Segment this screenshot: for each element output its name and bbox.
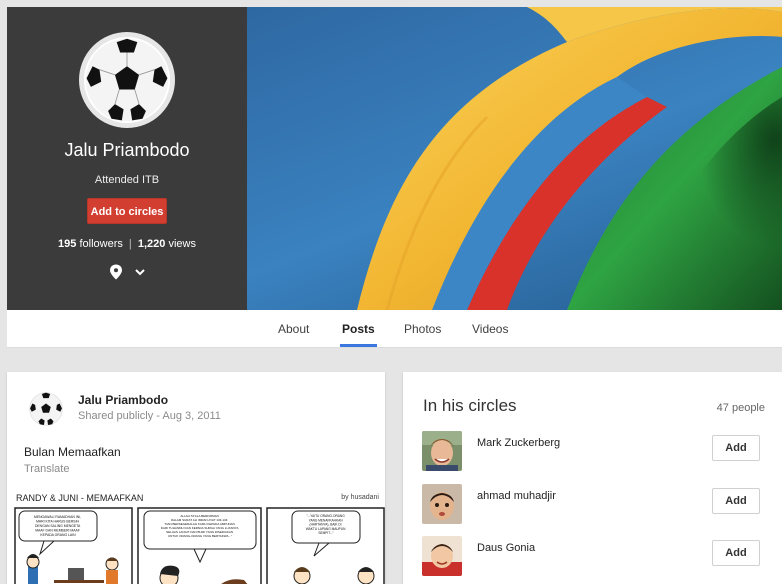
svg-text:ALLAH TA'ALA BERFIRMAN: ALLAH TA'ALA BERFIRMAN DALAM SURAT ALI I… xyxy=(161,514,239,538)
profile-name: Jalu Priambodo xyxy=(64,140,190,160)
comic-bubble-1-line-2: MARI KITA HARUS BERSIH xyxy=(36,520,79,524)
tab-videos[interactable]: Videos xyxy=(472,322,508,336)
tab-posts[interactable]: Posts xyxy=(340,322,377,347)
person-avatar[interactable] xyxy=(422,536,462,576)
comic-bubble-1-line-1: MENGAWALI RAMADHAN INI, xyxy=(34,515,81,519)
person-photo xyxy=(422,431,462,471)
comic-bubble-2-line-6: UNTUK ORANG-ORANG YANG BERTAKWA..." xyxy=(168,534,232,538)
person-photo xyxy=(422,536,462,576)
google-plus-profile-page: Jalu Priambodo Attended ITB Add to circl… xyxy=(0,0,782,584)
profile-info-panel: Jalu Priambodo Attended ITB Add to circl… xyxy=(7,7,247,310)
post-author-name[interactable]: Jalu Priambodo xyxy=(78,393,168,407)
map-pin-icon[interactable] xyxy=(109,264,123,280)
views-count: 1,220 xyxy=(137,238,166,250)
add-person-button[interactable]: Add xyxy=(712,540,760,566)
person-avatar[interactable] xyxy=(422,484,462,524)
tab-photos[interactable]: Photos xyxy=(404,322,441,336)
svg-text:MENGAWALI RAMADHAN INI,: MENGAWALI RAMADHAN INI, MARI KITA HARUS … xyxy=(34,515,82,537)
profile-tabs: About Posts Photos Videos xyxy=(7,310,782,348)
followers-count: 195 xyxy=(58,238,77,250)
post-comic-image[interactable]: RANDY & JUNI - MEMAAFKAN by husadani MEN… xyxy=(14,492,385,584)
post-text: Bulan Memaafkan xyxy=(24,445,121,459)
post-meta: Shared publicly - Aug 3, 2011 xyxy=(78,410,221,422)
profile-header: Jalu Priambodo Attended ITB Add to circl… xyxy=(7,7,782,310)
post-date[interactable]: Aug 3, 2011 xyxy=(162,410,221,422)
add-person-button[interactable]: Add xyxy=(712,488,760,514)
person-photo xyxy=(422,484,462,524)
circle-person: ahmad muhadjir Add xyxy=(422,484,777,528)
tab-about[interactable]: About xyxy=(278,322,309,336)
comic-bubble-1-line-3: DENGAN SALING MENGETA xyxy=(35,524,81,528)
circles-card: In his circles 47 people Mark Zuckerberg… xyxy=(403,372,782,584)
circles-count[interactable]: 47 people xyxy=(717,402,765,414)
person-avatar[interactable] xyxy=(422,431,462,471)
soccer-ball-icon xyxy=(29,392,63,426)
add-person-button[interactable]: Add xyxy=(712,435,760,461)
post-card: Jalu Priambodo Shared publicly - Aug 3, … xyxy=(7,372,385,584)
post-visibility[interactable]: Shared publicly xyxy=(78,410,153,422)
soccer-ball-icon xyxy=(85,38,169,122)
add-to-circles-button[interactable]: Add to circles xyxy=(87,198,167,224)
views-label: views xyxy=(168,238,196,250)
comic-credit: by husadani xyxy=(341,494,379,501)
comic-title: RANDY & JUNI - MEMAAFKAN xyxy=(16,493,144,503)
person-name[interactable]: Mark Zuckerberg xyxy=(477,437,560,449)
followers-label: followers xyxy=(79,238,123,250)
profile-avatar[interactable] xyxy=(79,32,175,128)
person-name[interactable]: Daus Gonia xyxy=(477,542,535,554)
circle-person: Daus Gonia Add xyxy=(422,536,777,580)
circle-person: Mark Zuckerberg Add xyxy=(422,431,777,475)
post-author-avatar[interactable] xyxy=(29,392,63,426)
comic-strip: MENGAWALI RAMADHAN INI, MARI KITA HARUS … xyxy=(14,507,385,584)
circles-title: In his circles xyxy=(423,396,517,415)
translate-link[interactable]: Translate xyxy=(24,463,69,475)
stats-separator: | xyxy=(128,238,132,250)
profile-stats: 195 followers | 1,220 views xyxy=(7,238,247,250)
chevron-down-icon[interactable] xyxy=(135,268,145,276)
comic-bubble-1-line-4: MAAF DAN MEMBERI MAAF xyxy=(35,529,80,533)
post-meta-separator: - xyxy=(156,410,160,422)
comic-bubble-3-line-5: SEMPIT..." xyxy=(318,531,333,535)
profile-actions xyxy=(7,264,247,280)
comic-bubble-1-line-5: KEPADA ORANG LAIN xyxy=(40,533,76,537)
person-name[interactable]: ahmad muhadjir xyxy=(477,490,556,502)
profile-education: Attended ITB xyxy=(94,174,160,186)
